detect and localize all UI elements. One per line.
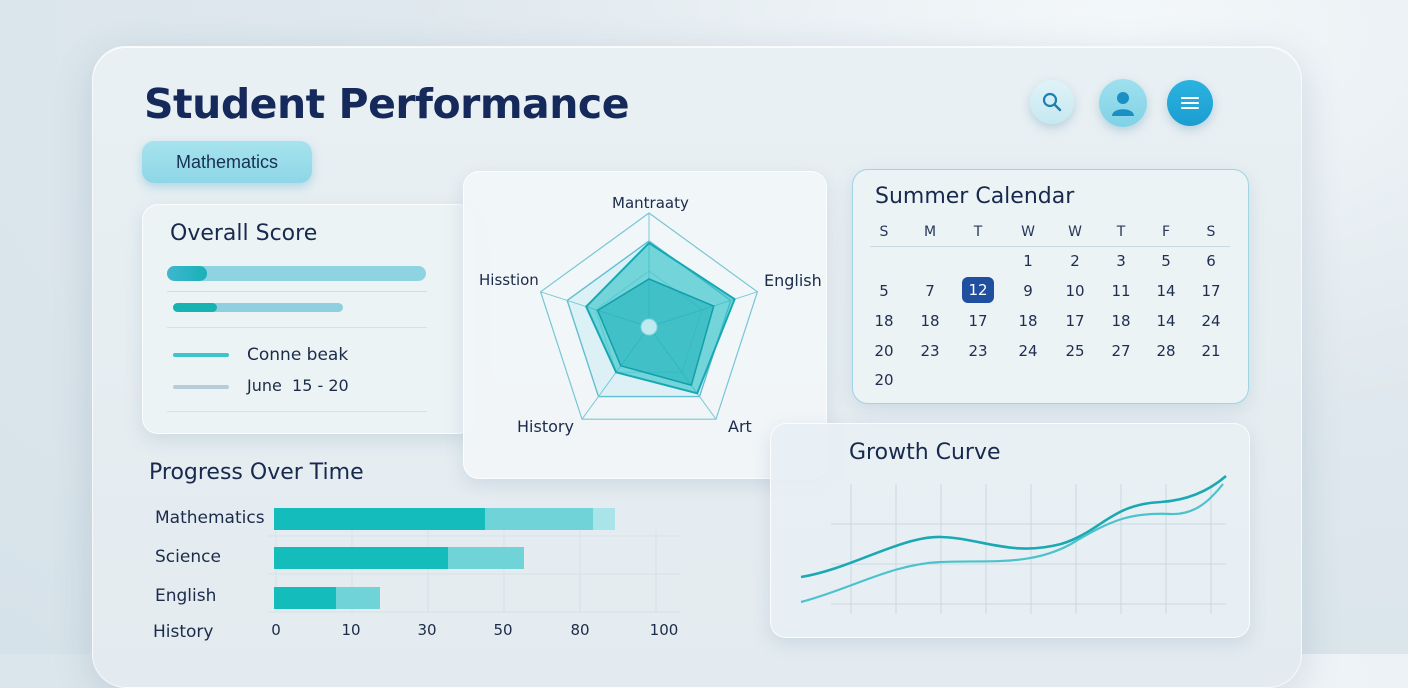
calendar-day[interactable]: 20	[864, 342, 904, 360]
calendar-day[interactable]: 18	[910, 312, 950, 330]
calendar-day-selected[interactable]: 12	[962, 277, 994, 303]
calendar-day[interactable]: 10	[1055, 282, 1095, 300]
progress-bar-secondary	[448, 547, 524, 569]
calendar-weekday: F	[1161, 224, 1171, 240]
overall-score-card: Overall Score Conne beak June 15 - 20	[142, 204, 474, 434]
progress-category-label: Mathematics	[155, 508, 265, 528]
legend-swatch-grey	[173, 385, 229, 389]
calendar-day[interactable]: 6	[1191, 252, 1231, 270]
search-icon	[1042, 92, 1062, 112]
calendar-day[interactable]: 21	[1191, 342, 1231, 360]
calendar-day[interactable]: 23	[958, 342, 998, 360]
calendar-day[interactable]: 2	[1055, 252, 1095, 270]
divider	[167, 327, 427, 328]
calendar-weekday: W	[1021, 224, 1035, 240]
search-button[interactable]	[1030, 80, 1074, 124]
calendar-day[interactable]: 3	[1101, 252, 1141, 270]
calendar-day[interactable]: 28	[1146, 342, 1186, 360]
user-icon	[1112, 92, 1134, 116]
calendar-day[interactable]: 7	[910, 282, 950, 300]
calendar-day[interactable]: 17	[1055, 312, 1095, 330]
radar-axis-label-left: Hisstion	[479, 271, 539, 289]
progress-title: Progress Over Time	[149, 460, 364, 485]
calendar-day[interactable]: 24	[1008, 342, 1048, 360]
calendar-day[interactable]: 11	[1101, 282, 1141, 300]
progress-axis-tick: 30	[417, 621, 437, 639]
calendar-weekday: S	[879, 224, 889, 240]
calendar-day[interactable]: 18	[864, 312, 904, 330]
calendar-day[interactable]: 17	[958, 312, 998, 330]
calendar-day[interactable]: 20	[864, 371, 904, 389]
progress-category-label: Science	[155, 547, 221, 567]
calendar-day[interactable]: 9	[1008, 282, 1048, 300]
radar-axis-label-english: English	[764, 271, 822, 290]
calendar-weekday: T	[1116, 224, 1126, 240]
growth-curve-card: Growth Curve	[770, 423, 1250, 638]
legend-label-primary: Conne beak	[247, 345, 349, 365]
divider	[167, 411, 427, 412]
radar-center-dot	[640, 318, 658, 336]
menu-button[interactable]	[1167, 80, 1213, 126]
calendar-day[interactable]: 23	[910, 342, 950, 360]
progress-bar-primary	[274, 508, 485, 530]
progress-axis-tick: 10	[341, 621, 361, 639]
growth-line-upper	[800, 475, 1227, 579]
page-title: Student Performance	[144, 80, 630, 128]
legend-label-date: June 15 - 20	[247, 376, 349, 395]
progress-bar-secondary	[336, 587, 380, 609]
overall-score-title: Overall Score	[170, 221, 318, 246]
progress-bars	[268, 508, 680, 613]
progress-axis-tick: 100	[649, 621, 679, 639]
calendar-day[interactable]: 25	[1055, 342, 1095, 360]
calendar-day[interactable]: 5	[864, 282, 904, 300]
calendar-header-divider	[870, 246, 1230, 247]
radar-axis-label-art: Art	[728, 417, 752, 436]
radar-axis-label-history: History	[517, 417, 574, 436]
calendar-day[interactable]: 5	[1146, 252, 1186, 270]
calendar-day[interactable]: 24	[1191, 312, 1231, 330]
calendar-day[interactable]: 27	[1101, 342, 1141, 360]
radar-plot	[539, 212, 759, 420]
calendar-day[interactable]: 18	[1101, 312, 1141, 330]
calendar-weekday: T	[973, 224, 983, 240]
score-bar-secondary-fill	[173, 303, 217, 312]
progress-axis-tick: 80	[570, 621, 590, 639]
score-bar-primary-fill	[167, 266, 207, 281]
calendar-weekday: W	[1068, 224, 1082, 240]
growth-curve-chart	[800, 475, 1227, 614]
calendar-day[interactable]: 17	[1191, 282, 1231, 300]
progress-bar-primary	[274, 587, 336, 609]
calendar-day[interactable]: 14	[1146, 282, 1186, 300]
calendar-weekday: M	[923, 224, 937, 240]
progress-category-label: History	[153, 622, 214, 642]
progress-axis-tick: 0	[271, 621, 281, 639]
divider	[167, 291, 427, 292]
progress-bar-tail	[593, 508, 615, 530]
progress-category-label: English	[155, 586, 217, 606]
subject-selector[interactable]: Mathematics	[142, 141, 312, 183]
calendar-weekday: S	[1206, 224, 1216, 240]
progress-bar-primary	[274, 547, 448, 569]
radar-axis-label-top: Mantraaty	[612, 194, 689, 212]
calendar-day[interactable]: 18	[1008, 312, 1048, 330]
profile-button[interactable]	[1099, 79, 1147, 127]
score-bar-secondary	[173, 303, 343, 312]
calendar-day[interactable]: 14	[1146, 312, 1186, 330]
calendar-title: Summer Calendar	[875, 184, 1075, 209]
calendar-day[interactable]: 1	[1008, 252, 1048, 270]
legend-swatch-teal	[173, 353, 229, 357]
progress-bar-secondary	[485, 508, 593, 530]
menu-icon	[1181, 97, 1199, 109]
score-bar-primary	[167, 266, 426, 281]
progress-axis-tick: 50	[493, 621, 513, 639]
